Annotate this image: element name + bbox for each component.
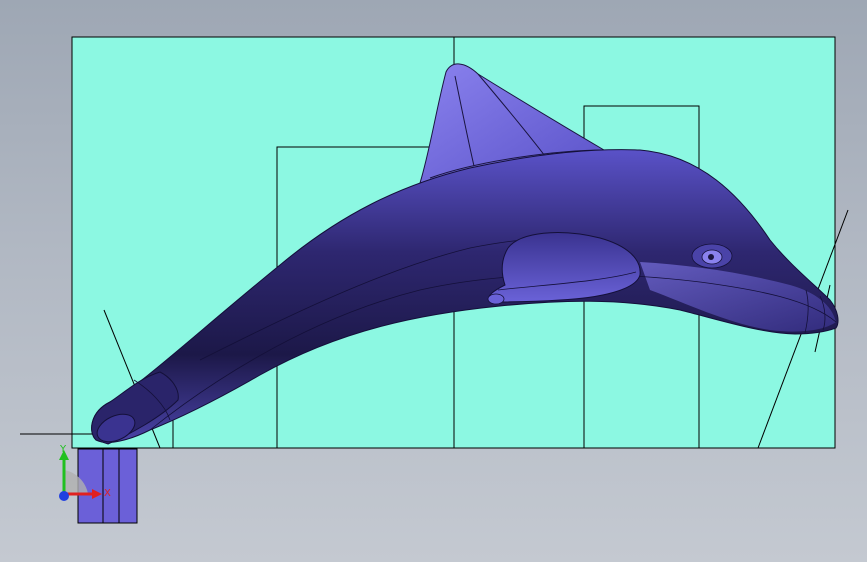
- z-axis-dot: [59, 491, 69, 501]
- dolphin-eye: [691, 243, 733, 269]
- axis-triad[interactable]: Y X: [46, 440, 116, 510]
- x-axis-label: X: [104, 488, 111, 499]
- triad-plane-indicator: [64, 470, 88, 494]
- y-axis-label: Y: [59, 444, 67, 455]
- x-axis-arrow: [92, 489, 102, 499]
- cad-3d-viewport[interactable]: [0, 0, 867, 562]
